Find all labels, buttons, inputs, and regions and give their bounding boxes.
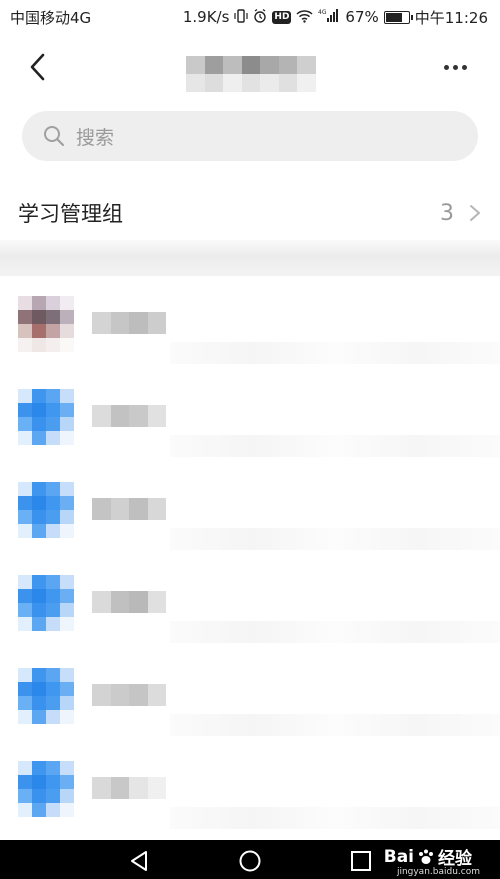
row-separator: [170, 342, 500, 364]
row-separator: [170, 528, 500, 550]
member-name-obscured: [92, 405, 166, 427]
member-list-item[interactable]: [0, 755, 500, 848]
net-speed: 1.9K/s: [182, 8, 230, 26]
member-name-obscured: [92, 777, 166, 799]
group-member-count: 3: [440, 200, 454, 226]
avatar: [18, 296, 74, 352]
back-arrow-icon: [30, 53, 45, 81]
paw-icon: [419, 849, 433, 864]
search-icon: [44, 126, 65, 147]
row-separator: [170, 435, 500, 457]
svg-text:4G: 4G: [318, 9, 327, 16]
group-row[interactable]: 学习管理组 3: [0, 186, 500, 240]
member-list-item[interactable]: [0, 662, 500, 755]
group-meta: 3: [440, 201, 482, 226]
watermark-url: jingyan.baidu.com: [396, 867, 480, 877]
member-name-obscured: [92, 312, 166, 334]
more-dot-icon: [452, 64, 458, 70]
battery-percent: 67%: [345, 8, 379, 26]
system-nav-bar: Bai 经验 jingyan.baidu.com: [0, 840, 500, 879]
baidu-watermark: Bai 经验: [383, 844, 472, 870]
group-title: 学习管理组: [18, 202, 123, 226]
row-separator: [170, 807, 500, 829]
section-divider: [0, 240, 500, 276]
status-bar: 中国移动4G 1.9K/s HD 4G 67% 中午11:26: [0, 0, 500, 34]
signal-icon: 4G: [318, 8, 340, 26]
more-options-button[interactable]: [438, 52, 472, 82]
battery-icon: [383, 10, 413, 24]
more-dot-icon: [443, 64, 449, 70]
row-separator: [170, 621, 500, 643]
back-button[interactable]: [22, 50, 56, 84]
clock: 中午11:26: [414, 8, 488, 27]
avatar: [18, 389, 74, 445]
avatar: [18, 761, 74, 817]
member-name-obscured: [92, 591, 166, 613]
chevron-right-icon: [470, 205, 480, 221]
member-list-item[interactable]: [0, 569, 500, 662]
watermark-suffix: 经验: [438, 849, 472, 869]
more-dot-icon: [461, 64, 467, 70]
page-title-obscured: [186, 56, 316, 92]
hd-icon: HD: [272, 10, 292, 24]
row-separator: [170, 714, 500, 736]
search-placeholder: 搜索: [76, 126, 115, 149]
avatar: [18, 575, 74, 631]
nav-bar: [0, 34, 500, 100]
status-indicators: 1.9K/s HD 4G 67% 中午11:26: [183, 7, 488, 28]
search-bar[interactable]: 搜索: [22, 111, 478, 161]
member-name-obscured: [92, 498, 166, 520]
vibrate-icon: [234, 8, 249, 26]
member-list-item[interactable]: [0, 476, 500, 569]
alarm-icon: [253, 8, 267, 26]
nav-recents-icon[interactable]: [350, 850, 372, 872]
member-list-item[interactable]: [0, 383, 500, 476]
member-list: [0, 290, 500, 848]
wifi-icon: [296, 9, 313, 26]
watermark-brand: Bai: [383, 846, 414, 867]
member-list-item[interactable]: [0, 290, 500, 383]
nav-home-icon[interactable]: [239, 850, 261, 872]
carrier-label: 中国移动4G: [10, 8, 92, 27]
avatar: [18, 482, 74, 538]
member-name-obscured: [92, 684, 166, 706]
nav-back-icon[interactable]: [128, 850, 150, 872]
avatar: [18, 668, 74, 724]
